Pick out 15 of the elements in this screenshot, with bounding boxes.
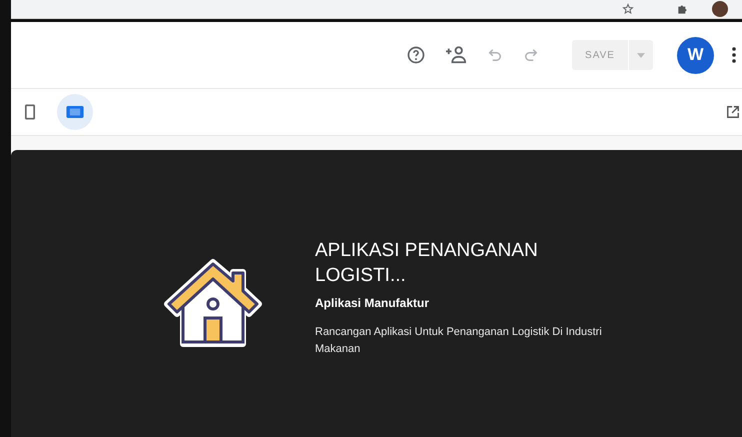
more-icon[interactable] <box>732 47 736 63</box>
house-icon <box>163 258 263 348</box>
app-title: APLIKASI PENANGANAN LOGISTI... <box>315 239 539 288</box>
add-person-icon[interactable] <box>444 45 468 65</box>
tablet-icon <box>66 106 84 118</box>
open-external-icon[interactable] <box>726 105 740 119</box>
tablet-view-button[interactable] <box>57 94 93 130</box>
caret-icon <box>637 52 645 58</box>
help-icon[interactable] <box>406 45 426 65</box>
phone-icon <box>25 104 35 120</box>
app-subtitle: Aplikasi Manufaktur <box>315 296 430 310</box>
star-icon[interactable] <box>622 3 634 15</box>
user-avatar[interactable]: W <box>677 36 714 74</box>
profile-avatar[interactable] <box>712 1 728 17</box>
app-description: Rancangan Aplikasi Untuk Penanganan Logistik Di Industri Makanan <box>315 325 603 357</box>
